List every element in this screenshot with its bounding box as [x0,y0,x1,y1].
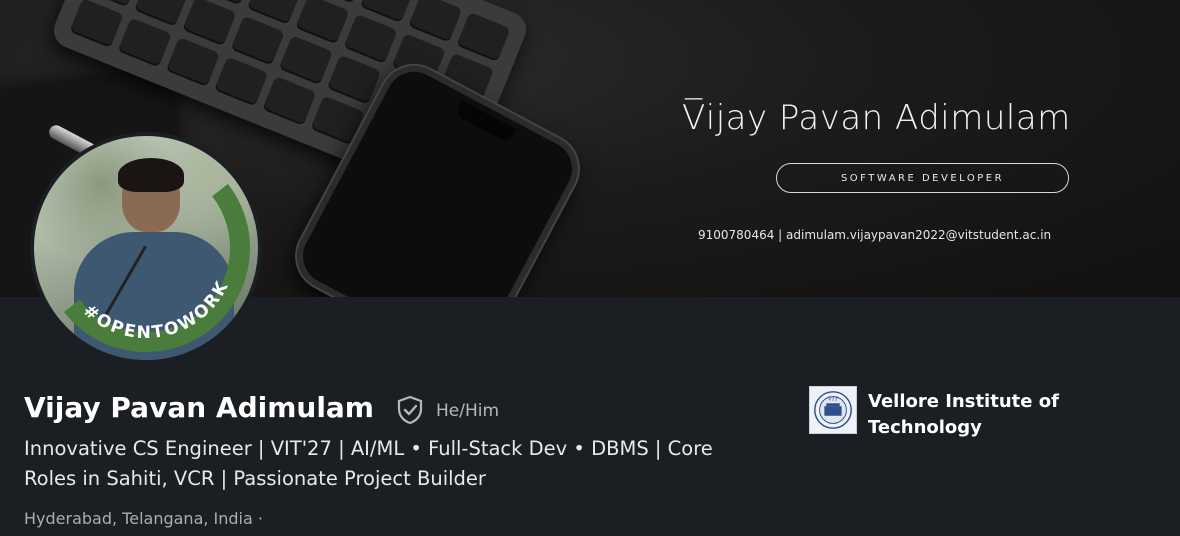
education-name[interactable]: Vellore Institute of Technology [868,389,1088,441]
verified-shield-icon[interactable] [396,395,424,425]
profile-location: Hyderabad, Telangana, India · [24,509,263,528]
headline-line-2: Roles in Sahiti, VCR | Passionate Projec… [24,467,486,490]
pronouns: He/Him [436,401,500,421]
banner-name: V̅ijay Pavan Adimulam [682,98,1071,138]
profile-avatar[interactable]: #OPENTOWORK [30,132,262,364]
profile-name: Vijay Pavan Adimulam [24,391,374,424]
banner-role-pill: SOFTWARE DEVELOPER [776,163,1069,193]
avatar-photo: #OPENTOWORK [34,136,258,360]
banner-contact: 9100780464 | adimulam.vijaypavan2022@vit… [698,228,1052,242]
headline-line-1: Innovative CS Engineer | VIT'27 | AI/ML … [24,437,713,460]
open-to-work-frame: #OPENTOWORK [64,183,250,360]
profile-headline: Innovative CS Engineer | VIT'27 | AI/ML … [24,434,784,494]
vit-logo-icon[interactable]: VIT [809,386,857,434]
svg-text:VIT: VIT [827,396,838,402]
